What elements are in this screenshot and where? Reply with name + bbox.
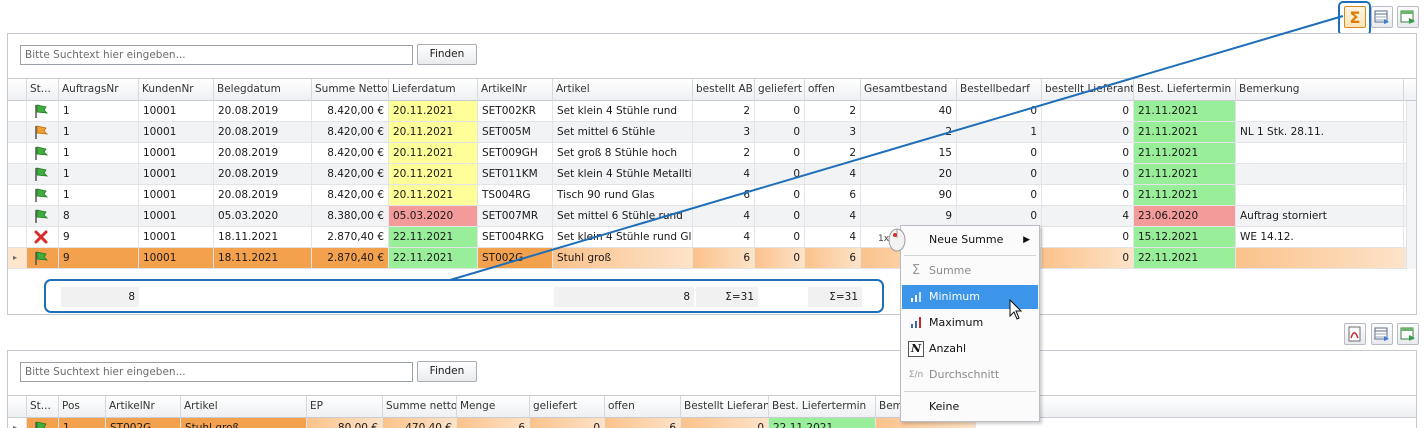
column-header-bestlief[interactable]: Bestellt Lieferant <box>681 396 769 418</box>
column-header-offen[interactable]: offen <box>605 396 681 418</box>
find-button-bottom[interactable]: Finden <box>417 361 477 382</box>
maximum-icon <box>908 315 924 331</box>
cell-artikel: Stuhl groß <box>181 418 307 428</box>
column-header-artikel[interactable]: Artikel <box>181 396 307 418</box>
cell-menge: 6 <box>457 418 530 428</box>
submenu-arrow-icon: ▶ <box>1023 235 1030 245</box>
sum-icon: Σ <box>911 263 921 278</box>
excel-export-icon <box>1400 327 1415 341</box>
cell-pos: 1 <box>59 418 106 428</box>
mouse-click-indicator: 1x <box>873 226 909 254</box>
pdf-export-icon <box>1348 326 1361 342</box>
menu-item-anzahl[interactable]: N Anzahl <box>902 337 1038 361</box>
excel-export-button-bottom[interactable] <box>1397 323 1419 345</box>
column-header-menge[interactable]: Menge <box>457 396 530 418</box>
grid-export-icon <box>1374 327 1389 341</box>
cell-geliefert: 0 <box>530 418 605 428</box>
cell-status <box>27 418 59 428</box>
menu-item-summe: Σ Summe <box>902 259 1038 283</box>
pdf-export-button[interactable] <box>1344 323 1366 345</box>
cell-summe: 470,40 € <box>383 418 457 428</box>
positions-header: St... Pos ArtikelNr Artikel EP Summe netto Men… <box>8 396 1416 418</box>
cell-ep: 80,00 € <box>307 418 383 428</box>
column-header-pos[interactable]: Pos <box>59 396 106 418</box>
column-header-status[interactable]: St... <box>27 396 59 418</box>
mouse-click-count: 1x <box>878 234 890 244</box>
cell-artnr: ST002G <box>106 418 181 428</box>
green-flag-icon <box>33 420 49 428</box>
sum-context-menu: Neue Summe ▶ Σ Summe Minimum Maximum N A… <box>900 225 1040 422</box>
column-header-termin[interactable]: Best. Liefertermin <box>769 396 876 418</box>
count-n-icon: N <box>908 341 924 357</box>
positions-grid: St... Pos ArtikelNr Artikel EP Summe netto Men… <box>8 395 1416 428</box>
column-header-ep[interactable]: EP <box>307 396 383 418</box>
menu-separator <box>904 255 1036 256</box>
column-header-geliefert[interactable]: geliefert <box>530 396 605 418</box>
mouse-pointer-icon <box>1009 299 1023 320</box>
column-header-summe[interactable]: Summe netto <box>383 396 457 418</box>
grid-export-button-bottom[interactable] <box>1371 323 1393 345</box>
column-header-artnr[interactable]: ArtikelNr <box>106 396 181 418</box>
minimum-icon <box>908 289 924 305</box>
cell-offen: 6 <box>605 418 681 428</box>
positions-row[interactable]: ▸ 1 ST002G Stuhl groß 80,00 €470,40 €6 0 6 0 22.… <box>8 418 1416 428</box>
average-icon: Σ/n <box>908 370 924 380</box>
cell-termin: 22.11.2021 <box>769 418 876 428</box>
menu-item-keine[interactable]: Keine <box>902 395 1038 419</box>
row-indicator: ▸ <box>8 418 27 428</box>
menu-separator-2 <box>904 391 1036 392</box>
header-row-selector <box>8 396 27 418</box>
search-input-bottom[interactable]: Bitte Suchtext hier eingeben... <box>20 362 413 382</box>
cell-bestlief: 0 <box>681 418 769 428</box>
menu-item-neue-summe[interactable]: Neue Summe ▶ <box>902 228 1038 252</box>
menu-item-durchschnitt: Σ/n Durchschnitt <box>908 368 1000 381</box>
